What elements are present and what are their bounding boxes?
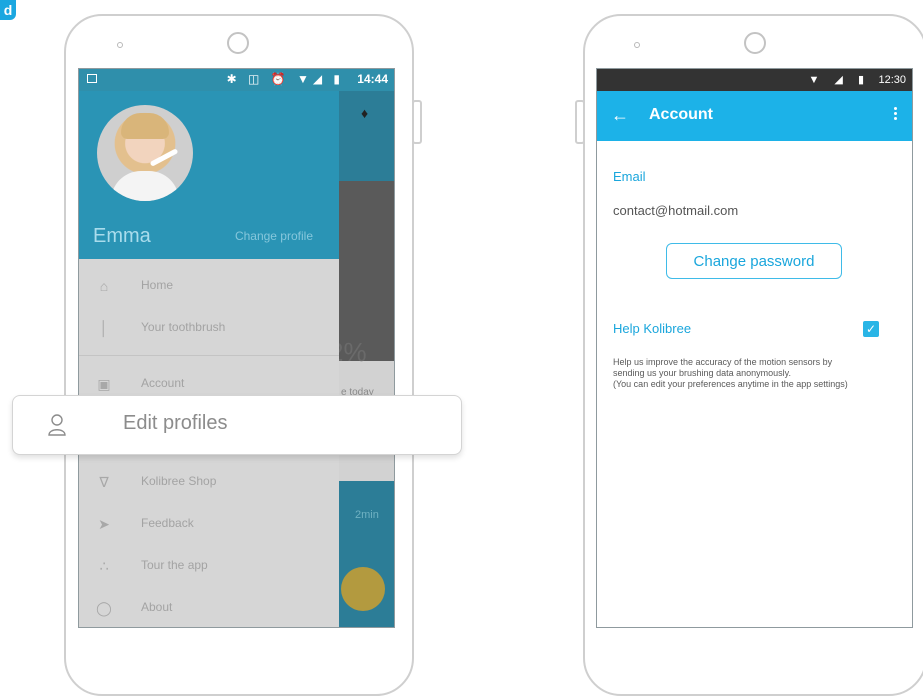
help-description-line: Help us improve the accuracy of the moti… <box>613 357 833 367</box>
brush-fab-button[interactable] <box>341 567 385 611</box>
navigation-drawer: Emma Change profile ⌂ Home │ Your toothb… <box>79 91 339 627</box>
change-password-button[interactable]: Change password <box>666 243 842 279</box>
home-icon: ⌂ <box>99 278 109 294</box>
tour-icon: ∴ <box>99 558 109 574</box>
right-phone-camera <box>744 32 766 54</box>
status-bar: ▼ ◢ ▮ 12:30 <box>597 69 912 91</box>
change-profile-link[interactable]: Change profile <box>235 229 313 243</box>
help-kolibree-label: Help Kolibree <box>613 321 692 336</box>
toothbrush-status-icon: ♦ <box>361 105 369 121</box>
menu-item-shop[interactable]: ∇ Kolibree Shop <box>79 463 339 503</box>
edit-profiles-label: Edit profiles <box>123 412 228 434</box>
avatar[interactable] <box>97 105 193 201</box>
status-icons: ✱ ◫ ⏰ ▼◢ ▮ <box>226 72 344 86</box>
status-time: 12:30 <box>878 74 906 86</box>
toothbrush-icon: │ <box>99 320 109 336</box>
menu-item-about[interactable]: ◯ About <box>79 589 339 627</box>
page-title: Account <box>649 106 713 123</box>
profile-name: Emma <box>93 225 151 247</box>
send-icon: ➤ <box>98 516 110 532</box>
back-arrow-icon[interactable]: ← <box>611 103 631 127</box>
menu-item-label: Tour the app <box>141 558 208 572</box>
menu-item-home[interactable]: ⌂ Home <box>79 267 339 307</box>
drawer-header: Emma Change profile <box>79 91 339 259</box>
left-screen: ✱ ◫ ⏰ ▼◢ ▮ 14:44 ♦ 2% e today 2min Emma … <box>78 68 395 628</box>
left-phone-side-button <box>412 100 422 144</box>
menu-divider <box>79 355 339 356</box>
status-icons: ▼ ◢ ▮ <box>808 74 870 86</box>
background-duration: 2min <box>355 509 379 521</box>
menu-item-label: Your toothbrush <box>141 320 226 334</box>
more-options-icon[interactable] <box>892 105 898 125</box>
menu-item-label: Account <box>141 376 185 390</box>
menu-item-label: Home <box>141 278 174 292</box>
menu-item-tour[interactable]: ∴ Tour the app <box>79 547 339 587</box>
right-phone-side-button <box>575 100 585 144</box>
right-phone-sensor <box>634 42 640 48</box>
menu-item-feedback[interactable]: ➤ Feedback <box>79 505 339 545</box>
menu-item-label: About <box>141 600 173 614</box>
edit-profiles-item[interactable]: Edit profiles <box>12 395 462 455</box>
lock-icon: ▣ <box>97 376 111 392</box>
status-bar: ✱ ◫ ⏰ ▼◢ ▮ 14:44 <box>79 69 394 91</box>
cart-icon: ∇ <box>99 474 109 490</box>
person-icon <box>48 414 66 436</box>
left-phone-sensor <box>117 42 123 48</box>
app-bar: ← Account <box>597 91 912 141</box>
menu-item-toothbrush[interactable]: │ Your toothbrush <box>79 309 339 349</box>
help-description-line: (You can edit your preferences anytime i… <box>613 379 848 389</box>
email-label: Email <box>613 169 646 184</box>
help-kolibree-checkbox[interactable]: ✓ <box>863 321 879 337</box>
screenshot-icon <box>87 74 97 83</box>
menu-item-label: Kolibree Shop <box>141 474 217 488</box>
corner-badge: d <box>0 0 16 20</box>
email-value: contact@hotmail.com <box>613 203 739 218</box>
help-description: Help us improve the accuracy of the moti… <box>613 357 903 390</box>
chat-icon: ◯ <box>96 600 112 616</box>
menu-item-label: Feedback <box>141 516 194 530</box>
status-time: 14:44 <box>357 72 388 86</box>
help-description-line: sending us your brushing data anonymousl… <box>613 368 791 378</box>
right-screen: ▼ ◢ ▮ 12:30 ← Account Email contact@hotm… <box>596 68 913 628</box>
left-phone-camera <box>227 32 249 54</box>
